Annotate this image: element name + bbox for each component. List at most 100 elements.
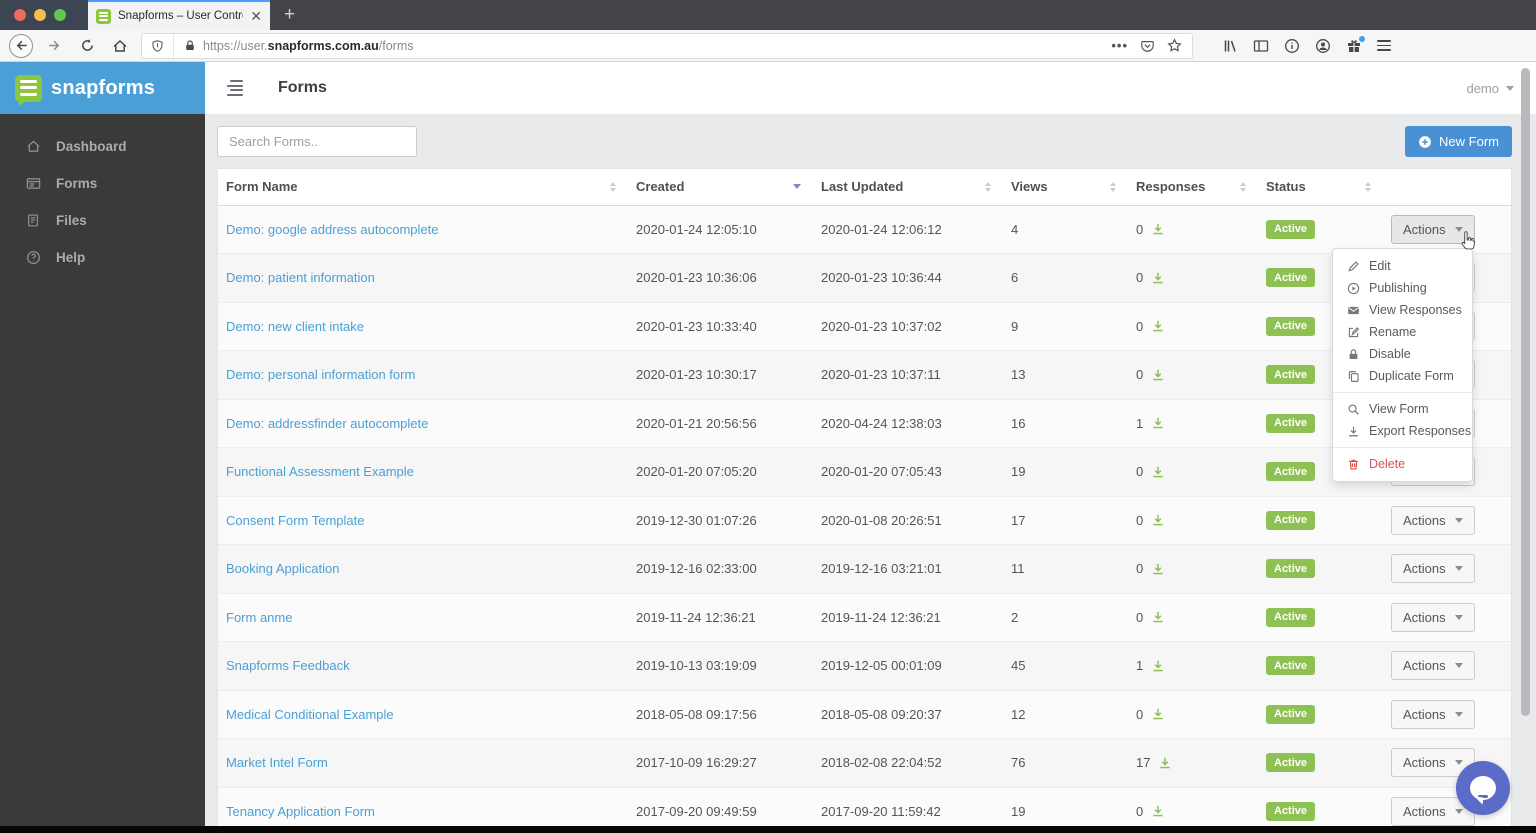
browser-tab-bar: Snapforms – User Control Panel ✕ + xyxy=(0,0,1536,30)
status-badge: Active xyxy=(1266,656,1316,676)
menu-item-export-responses[interactable]: Export Responses xyxy=(1333,420,1472,442)
sidebar-toggle-icon[interactable] xyxy=(227,80,243,96)
info-circle-icon[interactable] xyxy=(1284,38,1300,54)
menu-icon[interactable] xyxy=(1377,40,1391,51)
table-row: Demo: personal information form 2020-01-… xyxy=(218,350,1511,400)
form-name-link[interactable]: Functional Assessment Example xyxy=(226,464,414,479)
download-responses-icon[interactable] xyxy=(1151,562,1165,576)
column-header-responses[interactable]: Responses xyxy=(1128,169,1258,206)
zoom-window-button[interactable] xyxy=(54,9,66,21)
shield-icon[interactable] xyxy=(142,33,174,58)
actions-button[interactable]: Actions xyxy=(1391,602,1475,632)
page-scrollbar[interactable] xyxy=(1521,68,1530,716)
sidebar-item-dashboard[interactable]: Dashboard xyxy=(0,128,205,165)
form-name-link[interactable]: Demo: new client intake xyxy=(226,319,364,334)
back-button[interactable] xyxy=(9,33,33,58)
close-window-button[interactable] xyxy=(14,9,26,21)
form-name-link[interactable]: Demo: personal information form xyxy=(226,367,415,382)
download-responses-icon[interactable] xyxy=(1158,756,1172,770)
responses-cell: 0 xyxy=(1128,253,1258,303)
column-header-views[interactable]: Views xyxy=(1003,169,1128,206)
library-icon[interactable] xyxy=(1222,38,1238,54)
forward-button[interactable] xyxy=(42,34,66,58)
reload-button[interactable] xyxy=(75,34,99,58)
status-badge: Active xyxy=(1266,413,1316,433)
account-menu[interactable]: demo xyxy=(1466,81,1514,96)
download-responses-icon[interactable] xyxy=(1151,610,1165,624)
trash-icon xyxy=(1346,458,1360,471)
actions-button[interactable]: Actions xyxy=(1391,554,1475,584)
chat-widget-button[interactable] xyxy=(1456,761,1510,815)
form-name-link[interactable]: Demo: addressfinder autocomplete xyxy=(226,416,428,431)
chevron-down-icon xyxy=(1454,517,1463,523)
plus-circle-icon xyxy=(1419,135,1431,148)
tab-close-icon[interactable]: ✕ xyxy=(250,9,262,23)
menu-item-view-form[interactable]: View Form xyxy=(1333,398,1472,420)
download-responses-icon[interactable] xyxy=(1151,319,1165,333)
updated-cell: 2018-02-08 22:04:52 xyxy=(813,738,1003,788)
new-tab-button[interactable]: + xyxy=(270,0,309,30)
form-name-link[interactable]: Tenancy Application Form xyxy=(226,804,375,819)
browser-tab[interactable]: Snapforms – User Control Panel ✕ xyxy=(88,0,270,30)
new-form-button[interactable]: New Form xyxy=(1405,126,1512,157)
download-responses-icon[interactable] xyxy=(1151,659,1165,673)
bookmark-star-icon[interactable] xyxy=(1167,38,1182,53)
form-name-link[interactable]: Snapforms Feedback xyxy=(226,658,350,673)
status-badge: Active xyxy=(1266,219,1316,239)
form-name-link[interactable]: Demo: patient information xyxy=(226,270,375,285)
menu-item-rename[interactable]: Rename xyxy=(1333,321,1472,343)
actions-button[interactable]: Actions xyxy=(1391,699,1475,729)
download-responses-icon[interactable] xyxy=(1151,368,1165,382)
form-name-link[interactable]: Medical Conditional Example xyxy=(226,707,394,722)
sidebar-item-help[interactable]: Help xyxy=(0,239,205,276)
snapforms-logo[interactable]: snapforms xyxy=(0,62,205,114)
download-responses-icon[interactable] xyxy=(1151,271,1165,285)
account-icon[interactable] xyxy=(1315,38,1331,54)
download-responses-icon[interactable] xyxy=(1151,465,1165,479)
responses-count: 0 xyxy=(1136,561,1144,577)
url-bar[interactable]: https://user.snapforms.com.au/forms ••• xyxy=(141,32,1193,59)
form-name-link[interactable]: Demo: google address autocomplete xyxy=(226,222,438,237)
menu-item-delete[interactable]: Delete xyxy=(1333,453,1472,475)
menu-item-view-responses[interactable]: View Responses xyxy=(1333,299,1472,321)
sidebars-icon[interactable] xyxy=(1253,38,1269,54)
form-name-link[interactable]: Consent Form Template xyxy=(226,513,365,528)
form-name-link[interactable]: Booking Application xyxy=(226,561,339,576)
column-header-last-updated[interactable]: Last Updated xyxy=(813,169,1003,206)
whats-new-gift-icon[interactable] xyxy=(1346,35,1365,54)
play-circle-icon xyxy=(1346,282,1360,295)
actions-button[interactable]: Actions xyxy=(1391,651,1475,681)
lock-icon[interactable] xyxy=(174,39,203,52)
pencil-square-icon xyxy=(1346,326,1360,339)
pocket-icon[interactable] xyxy=(1140,39,1155,53)
home-button[interactable] xyxy=(108,34,132,58)
download-responses-icon[interactable] xyxy=(1151,513,1165,527)
menu-item-duplicate-form[interactable]: Duplicate Form xyxy=(1333,365,1472,387)
status-badge: Active xyxy=(1266,268,1316,288)
form-name-link[interactable]: Form anme xyxy=(226,610,292,625)
actions-button[interactable]: Actions xyxy=(1391,505,1475,535)
views-cell: 11 xyxy=(1003,544,1128,594)
menu-item-disable[interactable]: Disable xyxy=(1333,343,1472,365)
download-responses-icon[interactable] xyxy=(1151,707,1165,721)
column-header-created[interactable]: Created xyxy=(628,169,813,206)
actions-button-label: Actions xyxy=(1403,609,1446,625)
page-actions-icon[interactable]: ••• xyxy=(1111,38,1128,53)
sidebar-item-files[interactable]: Files xyxy=(0,202,205,239)
search-input[interactable] xyxy=(217,126,417,157)
sidebar-item-forms[interactable]: Forms xyxy=(0,165,205,202)
chevron-down-icon xyxy=(1506,85,1514,91)
notification-dot xyxy=(1359,35,1365,42)
column-header-status[interactable]: Status xyxy=(1258,169,1383,206)
views-cell: 2 xyxy=(1003,593,1128,642)
window-controls xyxy=(0,0,88,30)
form-name-link[interactable]: Market Intel Form xyxy=(226,755,328,770)
column-header-form-name[interactable]: Form Name xyxy=(218,169,628,206)
download-responses-icon[interactable] xyxy=(1151,222,1165,236)
download-responses-icon[interactable] xyxy=(1151,416,1165,430)
menu-item-publishing[interactable]: Publishing xyxy=(1333,277,1472,299)
minimize-window-button[interactable] xyxy=(34,9,46,21)
menu-item-edit[interactable]: Edit xyxy=(1333,255,1472,277)
download-responses-icon[interactable] xyxy=(1151,804,1165,818)
menu-item-label: Disable xyxy=(1369,347,1411,361)
